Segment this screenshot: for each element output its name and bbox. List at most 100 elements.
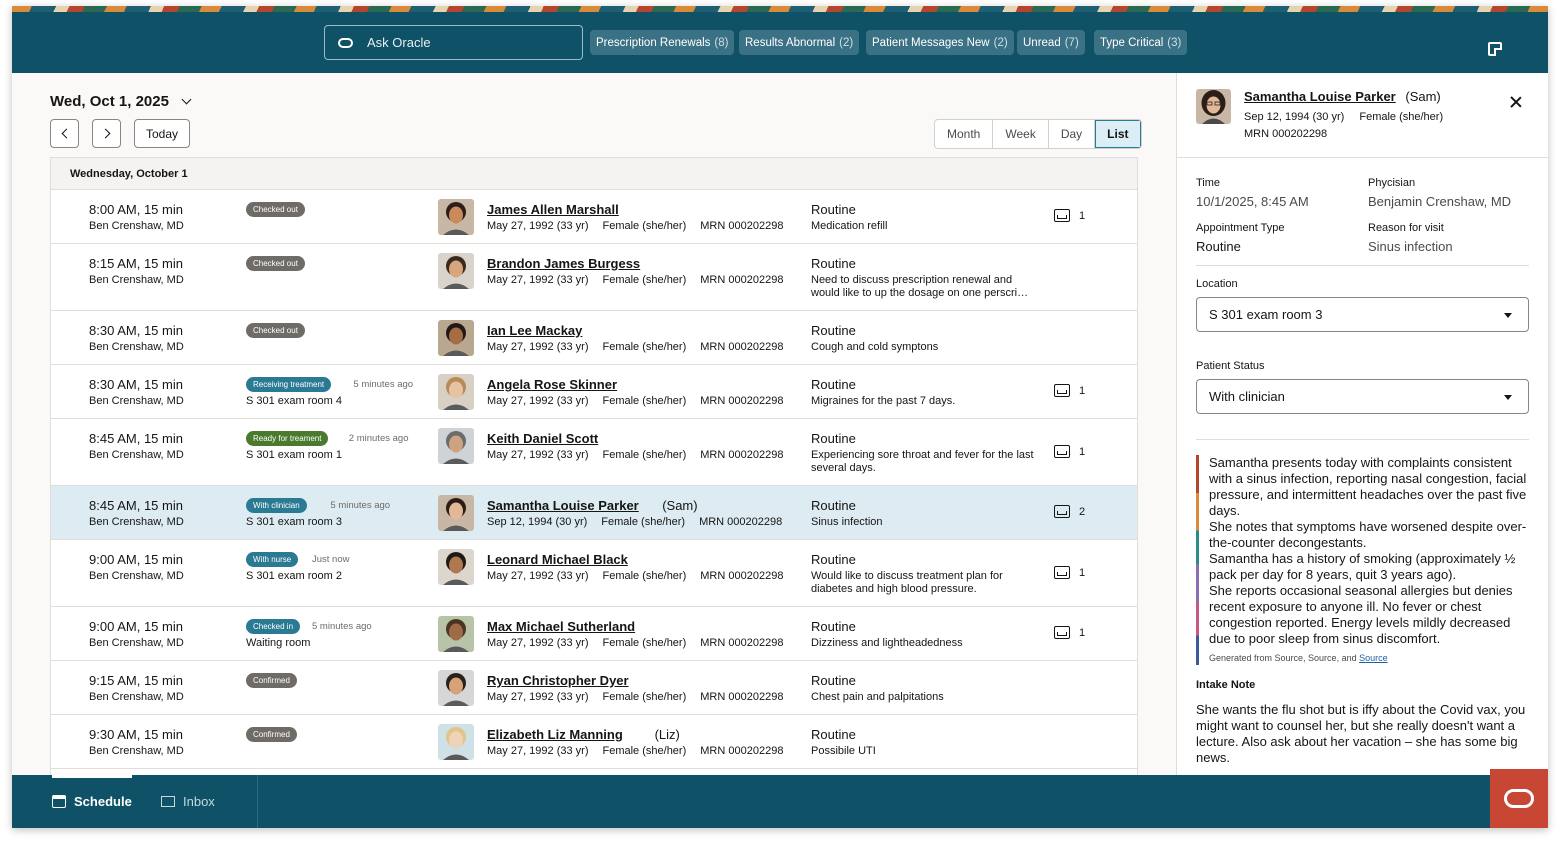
tab-schedule[interactable]: Schedule — [52, 775, 132, 828]
panel-patient-name[interactable]: Samantha Louise Parker — [1244, 89, 1396, 104]
view-list[interactable]: List — [1095, 120, 1141, 148]
tab-inbox[interactable]: Inbox — [161, 775, 215, 828]
table-row[interactable]: 8:30 AM, 15 min Ben Crenshaw, MD Checked o… — [51, 311, 1137, 365]
table-row[interactable]: 9:15 AM, 15 min Ben Crenshaw, MD Confirmed… — [51, 661, 1137, 715]
intake-note-text: She wants the flu shot but is iffy about… — [1196, 702, 1526, 765]
visit-reason: Sinus infection — [811, 516, 883, 528]
chip-count: (3) — [1167, 36, 1182, 49]
appt-time: 9:00 AM, 15 min — [89, 552, 183, 567]
top-bar: Ask Oracle Prescription Renewals (8) Resu… — [12, 12, 1548, 73]
appt-duration: 15 min — [143, 256, 183, 271]
appt-time-value: 8:45 AM, — [89, 498, 141, 513]
appt-room: S 301 exam room 3 — [246, 516, 342, 528]
visit-type: Routine — [811, 431, 856, 446]
oracle-logo-icon — [1504, 789, 1534, 808]
inbox-icon[interactable] — [1054, 209, 1070, 222]
inbox-count: 1 — [1079, 385, 1086, 397]
time-value: 10/1/2025, 8:45 AM — [1196, 194, 1309, 209]
status-time-ago: 5 minutes ago — [312, 621, 372, 632]
patient-sex: Female (she/her) — [602, 274, 687, 286]
patient-nickname: (Liz) — [654, 727, 680, 742]
source-link[interactable]: Source — [1359, 653, 1388, 663]
table-row[interactable]: 9:00 AM, 15 min Ben Crenshaw, MD Checked i… — [51, 607, 1137, 661]
appt-time: 9:30 AM, 15 min — [89, 727, 183, 742]
patient-meta: May 27, 1992 (33 yr) Female (she/her) MRN … — [487, 691, 797, 703]
today-button[interactable]: Today — [134, 119, 190, 148]
table-row[interactable]: 8:45 AM, 15 min Ben Crenshaw, MD With clin… — [51, 486, 1137, 540]
appt-room: S 301 exam room 1 — [246, 449, 342, 461]
status-badge: Checked out — [246, 202, 305, 217]
patient-mrn: MRN 000202298 — [700, 220, 784, 232]
prev-day-button[interactable] — [50, 119, 79, 148]
inbox-icon[interactable] — [1054, 626, 1070, 639]
patient-meta: May 27, 1992 (33 yr) Female (she/her) MRN … — [487, 220, 797, 232]
table-row[interactable]: 8:00 AM, 15 min Ben Crenshaw, MD Checked o… — [51, 190, 1137, 244]
table-row[interactable]: 8:45 AM, 15 min Ben Crenshaw, MD Ready for… — [51, 419, 1137, 486]
patient-meta: May 27, 1992 (33 yr) Female (she/her) MRN … — [487, 637, 797, 649]
patient-sex: Female (she/her) — [602, 341, 687, 353]
appt-duration: 15 min — [143, 619, 183, 634]
patient-name-link[interactable]: Ian Lee Mackay — [487, 323, 582, 338]
chip-type-critical[interactable]: Type Critical (3) — [1094, 30, 1188, 55]
patient-name-link[interactable]: Angela Rose Skinner — [487, 377, 617, 392]
appt-provider: Ben Crenshaw, MD — [89, 395, 184, 407]
patient-dob: May 27, 1992 (33 yr) — [487, 341, 589, 353]
patient-mrn: MRN 000202298 — [700, 274, 784, 286]
appt-time: 8:30 AM, 15 min — [89, 323, 183, 338]
oracle-assistant-button[interactable] — [1490, 769, 1548, 828]
inbox-icon[interactable] — [1054, 445, 1070, 458]
bottom-nav: Schedule Inbox — [12, 775, 1548, 828]
appointment-rows: 8:00 AM, 15 min Ben Crenshaw, MD Checked o… — [51, 190, 1137, 769]
patient-name-link[interactable]: Leonard Michael Black — [487, 552, 628, 567]
location-select[interactable]: S 301 exam room 3 — [1196, 297, 1529, 332]
patient-status-select[interactable]: With clinician — [1196, 379, 1529, 414]
inbox-icon[interactable] — [1054, 566, 1070, 579]
table-row[interactable]: 8:30 AM, 15 min Ben Crenshaw, MD Receiving… — [51, 365, 1137, 419]
appt-time: 8:30 AM, 15 min — [89, 377, 183, 392]
close-icon[interactable] — [1510, 96, 1522, 108]
patient-name-link[interactable]: Ryan Christopher Dyer — [487, 673, 629, 688]
patient-name-link[interactable]: Samantha Louise Parker — [487, 498, 639, 513]
appt-time: 8:15 AM, 15 min — [89, 256, 183, 271]
appt-time-value: 8:30 AM, — [89, 323, 141, 338]
visit-type: Routine — [811, 552, 856, 567]
inbox-icon[interactable] — [1054, 384, 1070, 397]
patient-dob: May 27, 1992 (33 yr) — [487, 637, 589, 649]
table-row[interactable]: 9:30 AM, 15 min Ben Crenshaw, MD Confirmed… — [51, 715, 1137, 769]
date-picker[interactable]: Wed, Oct 1, 2025 — [50, 93, 192, 110]
chip-prescription-renewals[interactable]: Prescription Renewals (8) — [590, 30, 735, 55]
chip-results-abnormal[interactable]: Results Abnormal (2) — [739, 30, 860, 55]
visit-reason: Cough and cold symptons — [811, 341, 939, 353]
appt-time-value: 9:00 AM, — [89, 619, 141, 634]
view-month[interactable]: Month — [935, 120, 994, 148]
patient-name-link[interactable]: James Allen Marshall — [487, 202, 619, 217]
ai-summary-accent — [1196, 455, 1199, 665]
inbox-icon[interactable] — [1054, 505, 1070, 518]
patient-sex: Female (she/her) — [601, 516, 686, 528]
oracle-logo-icon — [338, 37, 353, 48]
table-row[interactable]: 9:00 AM, 15 min Ben Crenshaw, MD With nurs… — [51, 540, 1137, 607]
patient-mrn: MRN 000202298 — [700, 341, 784, 353]
patient-name-link[interactable]: Keith Daniel Scott — [487, 431, 598, 446]
view-day[interactable]: Day — [1049, 120, 1096, 148]
next-day-button[interactable] — [92, 119, 121, 148]
appt-time-value: 8:30 AM, — [89, 377, 141, 392]
table-row[interactable]: 8:15 AM, 15 min Ben Crenshaw, MD Checked o… — [51, 244, 1137, 311]
visit-reason: Possibile UTI — [811, 745, 876, 757]
patient-name-link[interactable]: Brandon James Burgess — [487, 256, 640, 271]
patient-mrn: MRN 000202298 — [700, 637, 784, 649]
status-badge: With clinician — [246, 498, 307, 513]
chip-patient-messages[interactable]: Patient Messages New (2) — [866, 30, 1014, 55]
patient-name-link[interactable]: Max Michael Sutherland — [487, 619, 635, 634]
chip-label: Patient Messages New — [872, 36, 990, 49]
view-week[interactable]: Week — [993, 120, 1049, 148]
visit-type: Routine — [811, 673, 856, 688]
mail-icon — [161, 796, 175, 807]
notes-icon[interactable] — [1488, 42, 1502, 56]
ask-oracle-input[interactable]: Ask Oracle — [324, 25, 583, 60]
divider — [1196, 439, 1529, 440]
chip-label: Unread — [1023, 36, 1061, 49]
patient-name-link[interactable]: Elizabeth Liz Manning — [487, 727, 623, 742]
appt-room: S 301 exam room 4 — [246, 395, 342, 407]
chip-unread[interactable]: Unread (7) — [1017, 30, 1085, 55]
